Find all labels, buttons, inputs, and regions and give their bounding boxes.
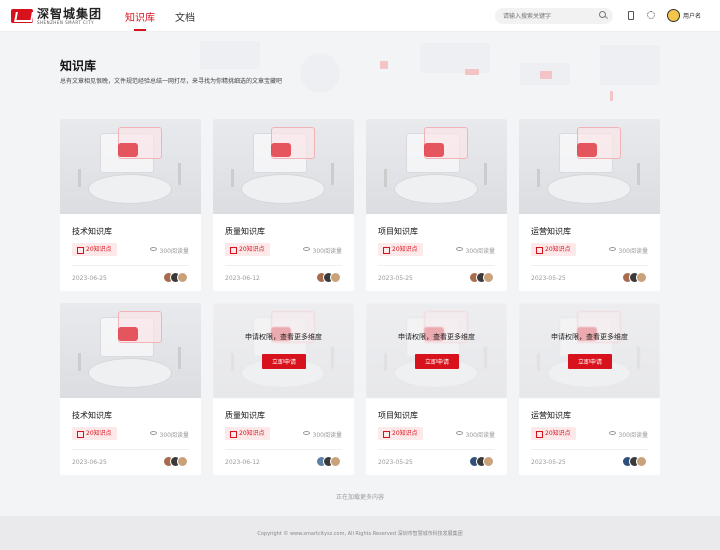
contributor-avatars — [316, 272, 342, 283]
search-input[interactable] — [495, 8, 613, 24]
eye-icon — [149, 431, 157, 435]
card-title: 项目知识库 — [378, 411, 418, 420]
apply-access-button[interactable]: 立即申请 — [568, 354, 612, 369]
card-title: 质量知识库 — [225, 227, 265, 236]
page-subtitle: 总有文章相见恨晚，文件规范经验总结一网打尽，来寻找为你精挑细选的文章宝藏吧 — [60, 78, 283, 85]
contributor-avatars — [469, 456, 495, 467]
contributor-avatars — [622, 272, 648, 283]
knowledge-card[interactable]: 质量知识库 20知识点 300阅读量 2023-06-12 — [213, 119, 354, 291]
contributor-avatars — [316, 456, 342, 467]
card-date: 2023-06-25 — [72, 459, 107, 466]
knowledge-points-badge: 20知识点 — [225, 243, 270, 256]
logo[interactable]: 深智城集团 SHENZHEN SMART CITY — [11, 7, 102, 25]
hero-background-art — [0, 33, 720, 113]
card-title: 项目知识库 — [378, 227, 418, 236]
knowledge-points-badge: 20知识点 — [378, 243, 423, 256]
gear-icon[interactable] — [647, 11, 655, 19]
knowledge-card[interactable]: 运营知识库 20知识点 300阅读量 2023-05-25 — [519, 119, 660, 291]
card-date: 2023-05-25 — [378, 275, 413, 282]
contributor-avatars — [469, 272, 495, 283]
knowledge-points-badge: 20知识点 — [72, 427, 117, 440]
logo-text: 深智城集团 — [37, 6, 103, 21]
knowledge-points-badge: 20知识点 — [531, 427, 576, 440]
lock-overlay — [366, 303, 507, 398]
read-count: 300阅读量 — [455, 246, 495, 255]
lock-overlay — [213, 303, 354, 398]
read-count: 300阅读量 — [608, 430, 648, 439]
card-date: 2023-05-25 — [531, 459, 566, 466]
lock-overlay — [519, 303, 660, 398]
footer: Copyright © www.smartcitysz.com, All Rig… — [0, 516, 720, 550]
knowledge-card[interactable]: 项目知识库 20知识点 300阅读量 2023-05-25 — [366, 119, 507, 291]
contributor-avatars — [163, 456, 189, 467]
card-thumbnail — [60, 119, 201, 214]
read-count: 300阅读量 — [608, 246, 648, 255]
card-date: 2023-05-25 — [531, 275, 566, 282]
card-date: 2023-06-12 — [225, 459, 260, 466]
card-thumbnail — [60, 303, 201, 398]
card-title: 质量知识库 — [225, 411, 265, 420]
read-count: 300阅读量 — [302, 246, 342, 255]
page-title: 知识库 — [60, 59, 97, 73]
logo-subtext: SHENZHEN SMART CITY — [37, 19, 94, 25]
lock-message: 申请权限，查看更多维度 — [551, 333, 628, 341]
card-thumbnail — [213, 119, 354, 214]
eye-icon — [455, 431, 463, 435]
tab-documents[interactable]: 文档 — [175, 9, 195, 24]
card-thumbnail — [519, 119, 660, 214]
lock-message: 申请权限，查看更多维度 — [245, 333, 322, 341]
eye-icon — [302, 431, 310, 435]
contributor-avatars — [622, 456, 648, 467]
knowledge-points-badge: 20知识点 — [72, 243, 117, 256]
knowledge-card-locked[interactable]: 申请权限，查看更多维度 立即申请 运营知识库 20知识点 300阅读量 2023… — [519, 303, 660, 475]
phone-icon[interactable] — [628, 11, 634, 20]
tab-knowledge-base[interactable]: 知识库 — [125, 9, 155, 24]
read-count: 300阅读量 — [149, 246, 189, 255]
card-thumbnail — [366, 119, 507, 214]
card-title: 技术知识库 — [72, 227, 112, 236]
user-avatar[interactable] — [667, 9, 680, 22]
read-count: 300阅读量 — [455, 430, 495, 439]
knowledge-card[interactable]: 技术知识库 20知识点 300阅读量 2023-06-25 — [60, 303, 201, 475]
knowledge-card[interactable]: 技术知识库 20知识点 300阅读量 2023-06-25 — [60, 119, 201, 291]
logo-mark-icon — [11, 9, 33, 23]
contributor-avatars — [163, 272, 189, 283]
read-count: 300阅读量 — [302, 430, 342, 439]
copyright-text: Copyright © www.smartcitysz.com, All Rig… — [257, 531, 463, 537]
eye-icon — [455, 247, 463, 251]
knowledge-points-badge: 20知识点 — [225, 427, 270, 440]
search-icon[interactable] — [599, 11, 606, 18]
apply-access-button[interactable]: 立即申请 — [415, 354, 459, 369]
card-date: 2023-05-25 — [378, 459, 413, 466]
card-title: 技术知识库 — [72, 411, 112, 420]
eye-icon — [302, 247, 310, 251]
loading-more-text: 正在加载更多内容 — [335, 494, 384, 501]
card-title: 运营知识库 — [531, 411, 571, 420]
card-date: 2023-06-12 — [225, 275, 260, 282]
apply-access-button[interactable]: 立即申请 — [262, 354, 306, 369]
eye-icon — [608, 431, 616, 435]
read-count: 300阅读量 — [149, 430, 189, 439]
eye-icon — [608, 247, 616, 251]
eye-icon — [149, 247, 157, 251]
username[interactable]: 用户名 — [683, 11, 701, 20]
card-date: 2023-06-25 — [72, 275, 107, 282]
knowledge-points-badge: 20知识点 — [531, 243, 576, 256]
knowledge-card-locked[interactable]: 申请权限，查看更多维度 立即申请 质量知识库 20知识点 300阅读量 2023… — [213, 303, 354, 475]
knowledge-card-locked[interactable]: 申请权限，查看更多维度 立即申请 项目知识库 20知识点 300阅读量 2023… — [366, 303, 507, 475]
top-nav: 深智城集团 SHENZHEN SMART CITY 知识库 文档 用户名 — [0, 0, 720, 32]
knowledge-points-badge: 20知识点 — [378, 427, 423, 440]
card-title: 运营知识库 — [531, 227, 571, 236]
active-tab-indicator — [134, 29, 146, 31]
lock-message: 申请权限，查看更多维度 — [398, 333, 475, 341]
